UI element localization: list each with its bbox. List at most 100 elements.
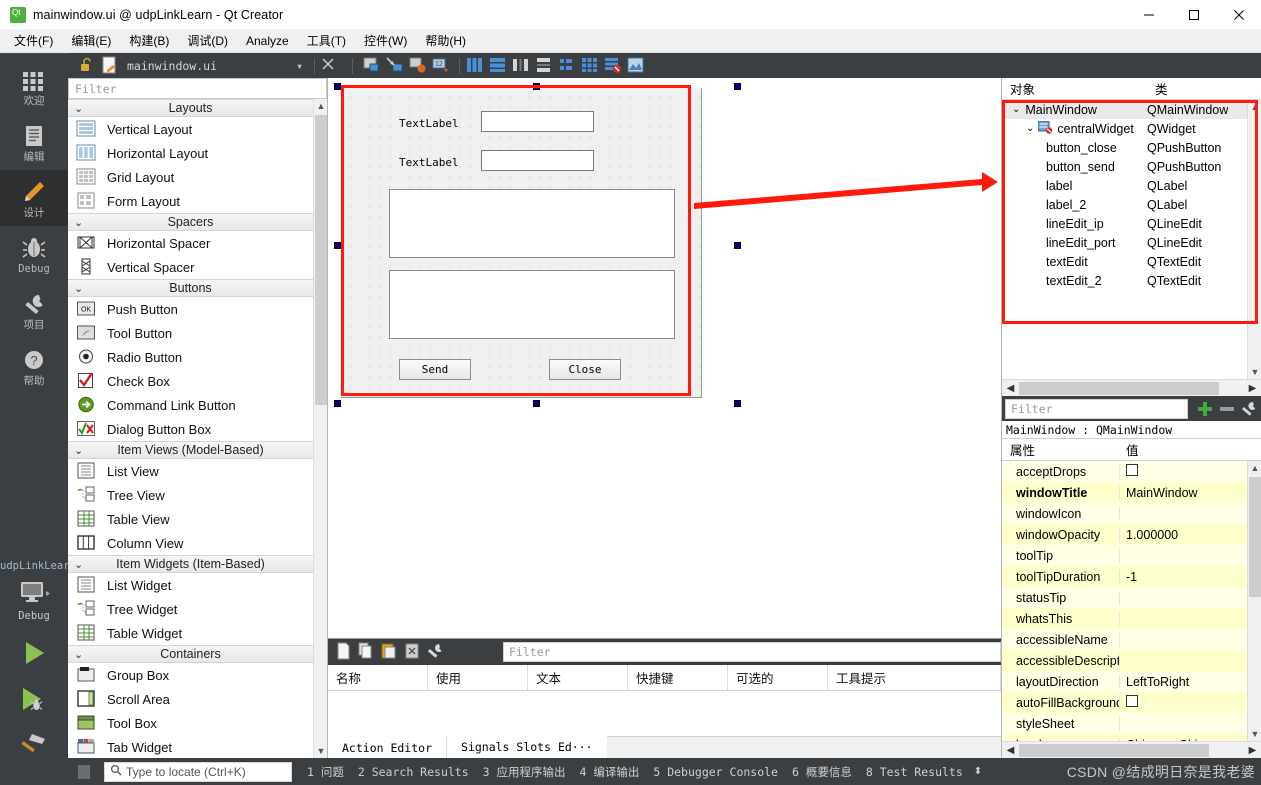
output-pane-issues[interactable]: 1 问题 bbox=[300, 764, 351, 780]
widget-category-spacers[interactable]: ⌄ Spacers bbox=[68, 213, 313, 231]
property-row-accessiblename[interactable]: accessibleName bbox=[1002, 629, 1247, 650]
paste-action-icon[interactable] bbox=[380, 642, 400, 662]
column-property[interactable]: 属性 bbox=[1002, 439, 1120, 460]
main-window-form[interactable]: TextLabel TextLabel Send Close bbox=[341, 88, 702, 398]
layout-splitter-h-icon[interactable] bbox=[511, 56, 531, 76]
selection-handle-top-center[interactable] bbox=[533, 83, 540, 90]
widget-item-radio-button[interactable]: Radio Button bbox=[68, 345, 313, 369]
new-action-icon[interactable] bbox=[334, 642, 354, 662]
scroll-down-arrow-icon[interactable]: ▼ bbox=[1248, 727, 1261, 741]
widget-item-check-box[interactable]: Check Box bbox=[68, 369, 313, 393]
property-value[interactable]: LeftToRight bbox=[1120, 675, 1247, 689]
break-layout-icon[interactable] bbox=[603, 56, 623, 76]
property-row-windowopacity[interactable]: windowOpacity 1.000000 bbox=[1002, 524, 1247, 545]
unlock-icon[interactable] bbox=[78, 56, 98, 76]
output-toggle-icon[interactable] bbox=[78, 764, 90, 779]
output-pane-general-messages[interactable]: 6 概要信息 bbox=[785, 764, 859, 780]
property-editor-hscrollbar[interactable]: ◀ ▶ bbox=[1002, 741, 1261, 758]
widget-item-dialog-button-box[interactable]: Dialog Button Box bbox=[68, 417, 313, 441]
widget-item-horizontal-layout[interactable]: Horizontal Layout bbox=[68, 141, 313, 165]
maximize-button[interactable] bbox=[1171, 0, 1216, 29]
property-row-layoutdirection[interactable]: layoutDirection LeftToRight bbox=[1002, 671, 1247, 692]
widget-category-buttons[interactable]: ⌄ Buttons bbox=[68, 279, 313, 297]
mode-edit[interactable]: 编辑 bbox=[0, 114, 68, 170]
widget-item-table-widget[interactable]: Table Widget bbox=[68, 621, 313, 645]
scrollbar-thumb[interactable] bbox=[1019, 381, 1219, 395]
layout-grid-icon[interactable] bbox=[580, 56, 600, 76]
menu-help[interactable]: 帮助(H) bbox=[416, 29, 475, 52]
configure-icon[interactable] bbox=[426, 642, 446, 662]
debug-button[interactable] bbox=[0, 676, 68, 722]
checkbox-unchecked-icon[interactable] bbox=[1126, 695, 1138, 707]
column-tooltip[interactable]: 工具提示 bbox=[828, 665, 1001, 690]
open-file-selector[interactable]: mainwindow.ui ▾ bbox=[101, 55, 309, 76]
output-pane-compile[interactable]: 4 编译输出 bbox=[573, 764, 647, 780]
tab-signals-slots-editor[interactable]: Signals Slots Ed··· bbox=[446, 736, 607, 758]
selection-handle-mid-left[interactable] bbox=[334, 242, 341, 249]
property-row-windowicon[interactable]: windowIcon bbox=[1002, 503, 1247, 524]
property-row-tooltip[interactable]: toolTip bbox=[1002, 545, 1247, 566]
tree-row-lineedit-port[interactable]: lineEdit_port QLineEdit bbox=[1002, 233, 1247, 252]
menu-build[interactable]: 构建(B) bbox=[120, 29, 178, 52]
property-row-windowtitle[interactable]: windowTitle MainWindow bbox=[1002, 482, 1247, 503]
close-button[interactable] bbox=[1216, 0, 1261, 29]
output-pane-search-results[interactable]: 2 Search Results bbox=[351, 765, 476, 779]
minimize-button[interactable] bbox=[1126, 0, 1171, 29]
property-value[interactable]: 1.000000 bbox=[1120, 528, 1247, 542]
widget-item-push-button[interactable]: OK Push Button bbox=[68, 297, 313, 321]
widget-item-grid-layout[interactable]: Grid Layout bbox=[68, 165, 313, 189]
form-label-1[interactable]: TextLabel bbox=[399, 117, 459, 130]
mode-welcome[interactable]: 欢迎 bbox=[0, 58, 68, 114]
property-value[interactable]: MainWindow bbox=[1120, 486, 1247, 500]
widget-item-tool-box[interactable]: Tool Box bbox=[68, 711, 313, 735]
widget-item-list-view[interactable]: List View bbox=[68, 459, 313, 483]
selection-handle-top-left[interactable] bbox=[334, 83, 341, 90]
menu-debug[interactable]: 调试(D) bbox=[178, 29, 237, 52]
widget-category-item-widgets[interactable]: ⌄ Item Widgets (Item-Based) bbox=[68, 555, 313, 573]
scroll-up-arrow-icon[interactable]: ▲ bbox=[314, 99, 328, 113]
widget-category-containers[interactable]: ⌄ Containers bbox=[68, 645, 313, 663]
property-row-whatsthis[interactable]: whatsThis bbox=[1002, 608, 1247, 629]
widget-category-layouts[interactable]: ⌄ Layouts bbox=[68, 99, 313, 117]
widget-item-table-view[interactable]: Table View bbox=[68, 507, 313, 531]
property-value[interactable]: -1 bbox=[1120, 570, 1247, 584]
column-class[interactable]: 类 bbox=[1147, 78, 1261, 99]
column-object[interactable]: 对象 bbox=[1002, 78, 1147, 99]
tree-row-button-close[interactable]: button_close QPushButton bbox=[1002, 138, 1247, 157]
tree-row-centralwidget[interactable]: ⌄ centralWidget QWidget bbox=[1002, 119, 1247, 138]
output-pane-application[interactable]: 3 应用程序输出 bbox=[476, 764, 573, 780]
scroll-down-arrow-icon[interactable]: ▼ bbox=[314, 744, 328, 758]
property-row-accessibledescription[interactable]: accessibleDescripti… bbox=[1002, 650, 1247, 671]
widget-item-group-box[interactable]: Group Box bbox=[68, 663, 313, 687]
menu-analyze[interactable]: Analyze bbox=[237, 31, 298, 51]
tree-row-label-2[interactable]: label_2 QLabel bbox=[1002, 195, 1247, 214]
scrollbar-thumb[interactable] bbox=[1249, 477, 1261, 597]
edit-buddies-icon[interactable] bbox=[408, 56, 428, 76]
property-row-tooltipduration[interactable]: toolTipDuration -1 bbox=[1002, 566, 1247, 587]
property-editor-filter[interactable]: Filter bbox=[1005, 398, 1189, 419]
form-designer-canvas[interactable]: TextLabel TextLabel Send Close bbox=[328, 78, 1001, 638]
checkbox-unchecked-icon[interactable] bbox=[1126, 464, 1138, 476]
output-pane-more-icon[interactable]: ⬍ bbox=[974, 766, 982, 777]
output-pane-test-results[interactable]: 8 Test Results bbox=[859, 765, 970, 779]
expander-icon[interactable]: ⌄ bbox=[1012, 104, 1020, 115]
property-row-statustip[interactable]: statusTip bbox=[1002, 587, 1247, 608]
edit-signals-slots-icon[interactable] bbox=[385, 56, 405, 76]
widget-item-column-view[interactable]: Column View bbox=[68, 531, 313, 555]
locator-input[interactable]: Type to locate (Ctrl+K) bbox=[104, 761, 292, 782]
widget-item-vertical-layout[interactable]: Vertical Layout bbox=[68, 117, 313, 141]
mode-help[interactable]: ? 帮助 bbox=[0, 338, 68, 394]
widget-category-item-views[interactable]: ⌄ Item Views (Model-Based) bbox=[68, 441, 313, 459]
wrench-icon[interactable] bbox=[1237, 401, 1261, 417]
tree-row-textedit[interactable]: textEdit QTextEdit bbox=[1002, 252, 1247, 271]
widget-item-tab-widget[interactable]: Tab Widget bbox=[68, 735, 313, 758]
widget-item-horizontal-spacer[interactable]: Horizontal Spacer bbox=[68, 231, 313, 255]
scroll-right-arrow-icon[interactable]: ▶ bbox=[1244, 380, 1261, 397]
tree-row-label[interactable]: label QLabel bbox=[1002, 176, 1247, 195]
menu-file[interactable]: 文件(F) bbox=[5, 29, 62, 52]
adjust-size-icon[interactable] bbox=[626, 56, 646, 76]
property-value[interactable] bbox=[1120, 695, 1247, 710]
property-value[interactable] bbox=[1120, 464, 1247, 479]
property-row-autofillbackground[interactable]: autoFillBackground bbox=[1002, 692, 1247, 713]
selection-handle-top-right[interactable] bbox=[734, 83, 741, 90]
